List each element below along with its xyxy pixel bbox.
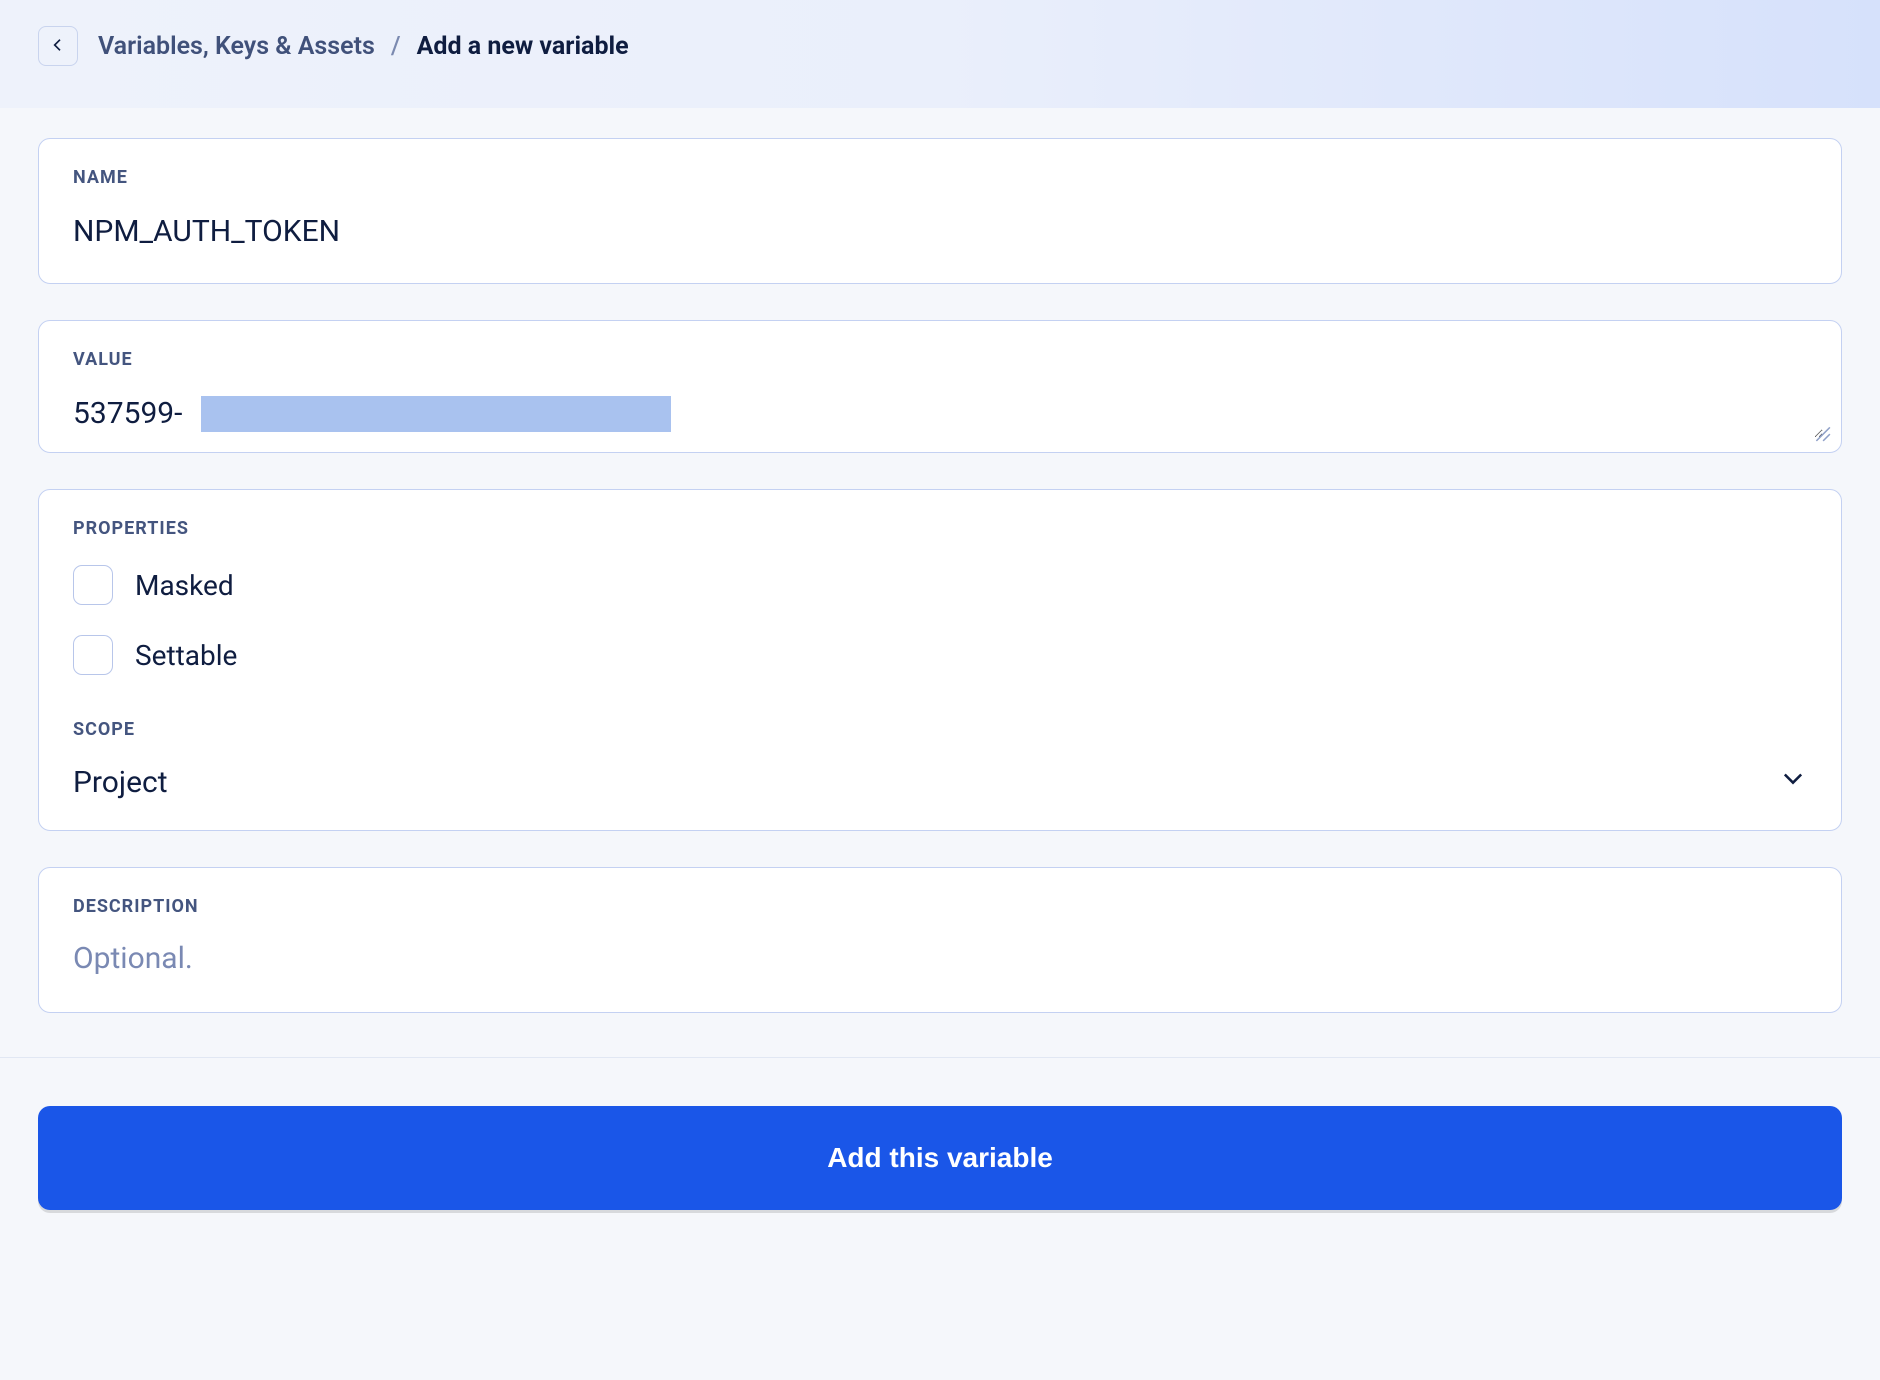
- checkbox-box-icon: [73, 635, 113, 675]
- redacted-segment: [201, 396, 671, 432]
- name-input[interactable]: [73, 214, 1807, 249]
- checkbox-masked-label: Masked: [135, 569, 234, 602]
- breadcrumb-current: Add a new variable: [417, 32, 629, 61]
- properties-card: PROPERTIES Masked Settable SCOPE Project: [38, 489, 1842, 831]
- chevron-left-icon: [50, 37, 66, 56]
- value-label: VALUE: [73, 349, 1823, 370]
- breadcrumb-parent[interactable]: Variables, Keys & Assets: [98, 32, 375, 61]
- description-label: DESCRIPTION: [73, 896, 1807, 917]
- value-card: VALUE: [38, 320, 1842, 453]
- add-variable-button[interactable]: Add this variable: [38, 1106, 1842, 1210]
- name-card: NAME: [38, 138, 1842, 284]
- properties-label: PROPERTIES: [73, 518, 1807, 539]
- description-card: DESCRIPTION: [38, 867, 1842, 1013]
- breadcrumb-separator: /: [391, 32, 401, 61]
- page-header: Variables, Keys & Assets / Add a new var…: [0, 0, 1880, 108]
- scope-selected-value: Project: [73, 765, 168, 800]
- name-label: NAME: [73, 167, 1807, 188]
- chevron-down-icon: [1779, 764, 1807, 800]
- form-footer: Add this variable: [0, 1057, 1880, 1258]
- checkbox-settable[interactable]: Settable: [73, 635, 1807, 675]
- checkbox-box-icon: [73, 565, 113, 605]
- description-input[interactable]: [73, 941, 1807, 976]
- scope-label: SCOPE: [73, 719, 1807, 740]
- scope-select[interactable]: Project: [73, 764, 1807, 800]
- back-button[interactable]: [38, 26, 78, 66]
- form-content: NAME VALUE PROPERTIES Masked Settable: [0, 108, 1880, 1013]
- breadcrumb: Variables, Keys & Assets / Add a new var…: [98, 32, 629, 61]
- checkbox-masked[interactable]: Masked: [73, 565, 1807, 605]
- checkbox-settable-label: Settable: [135, 639, 237, 672]
